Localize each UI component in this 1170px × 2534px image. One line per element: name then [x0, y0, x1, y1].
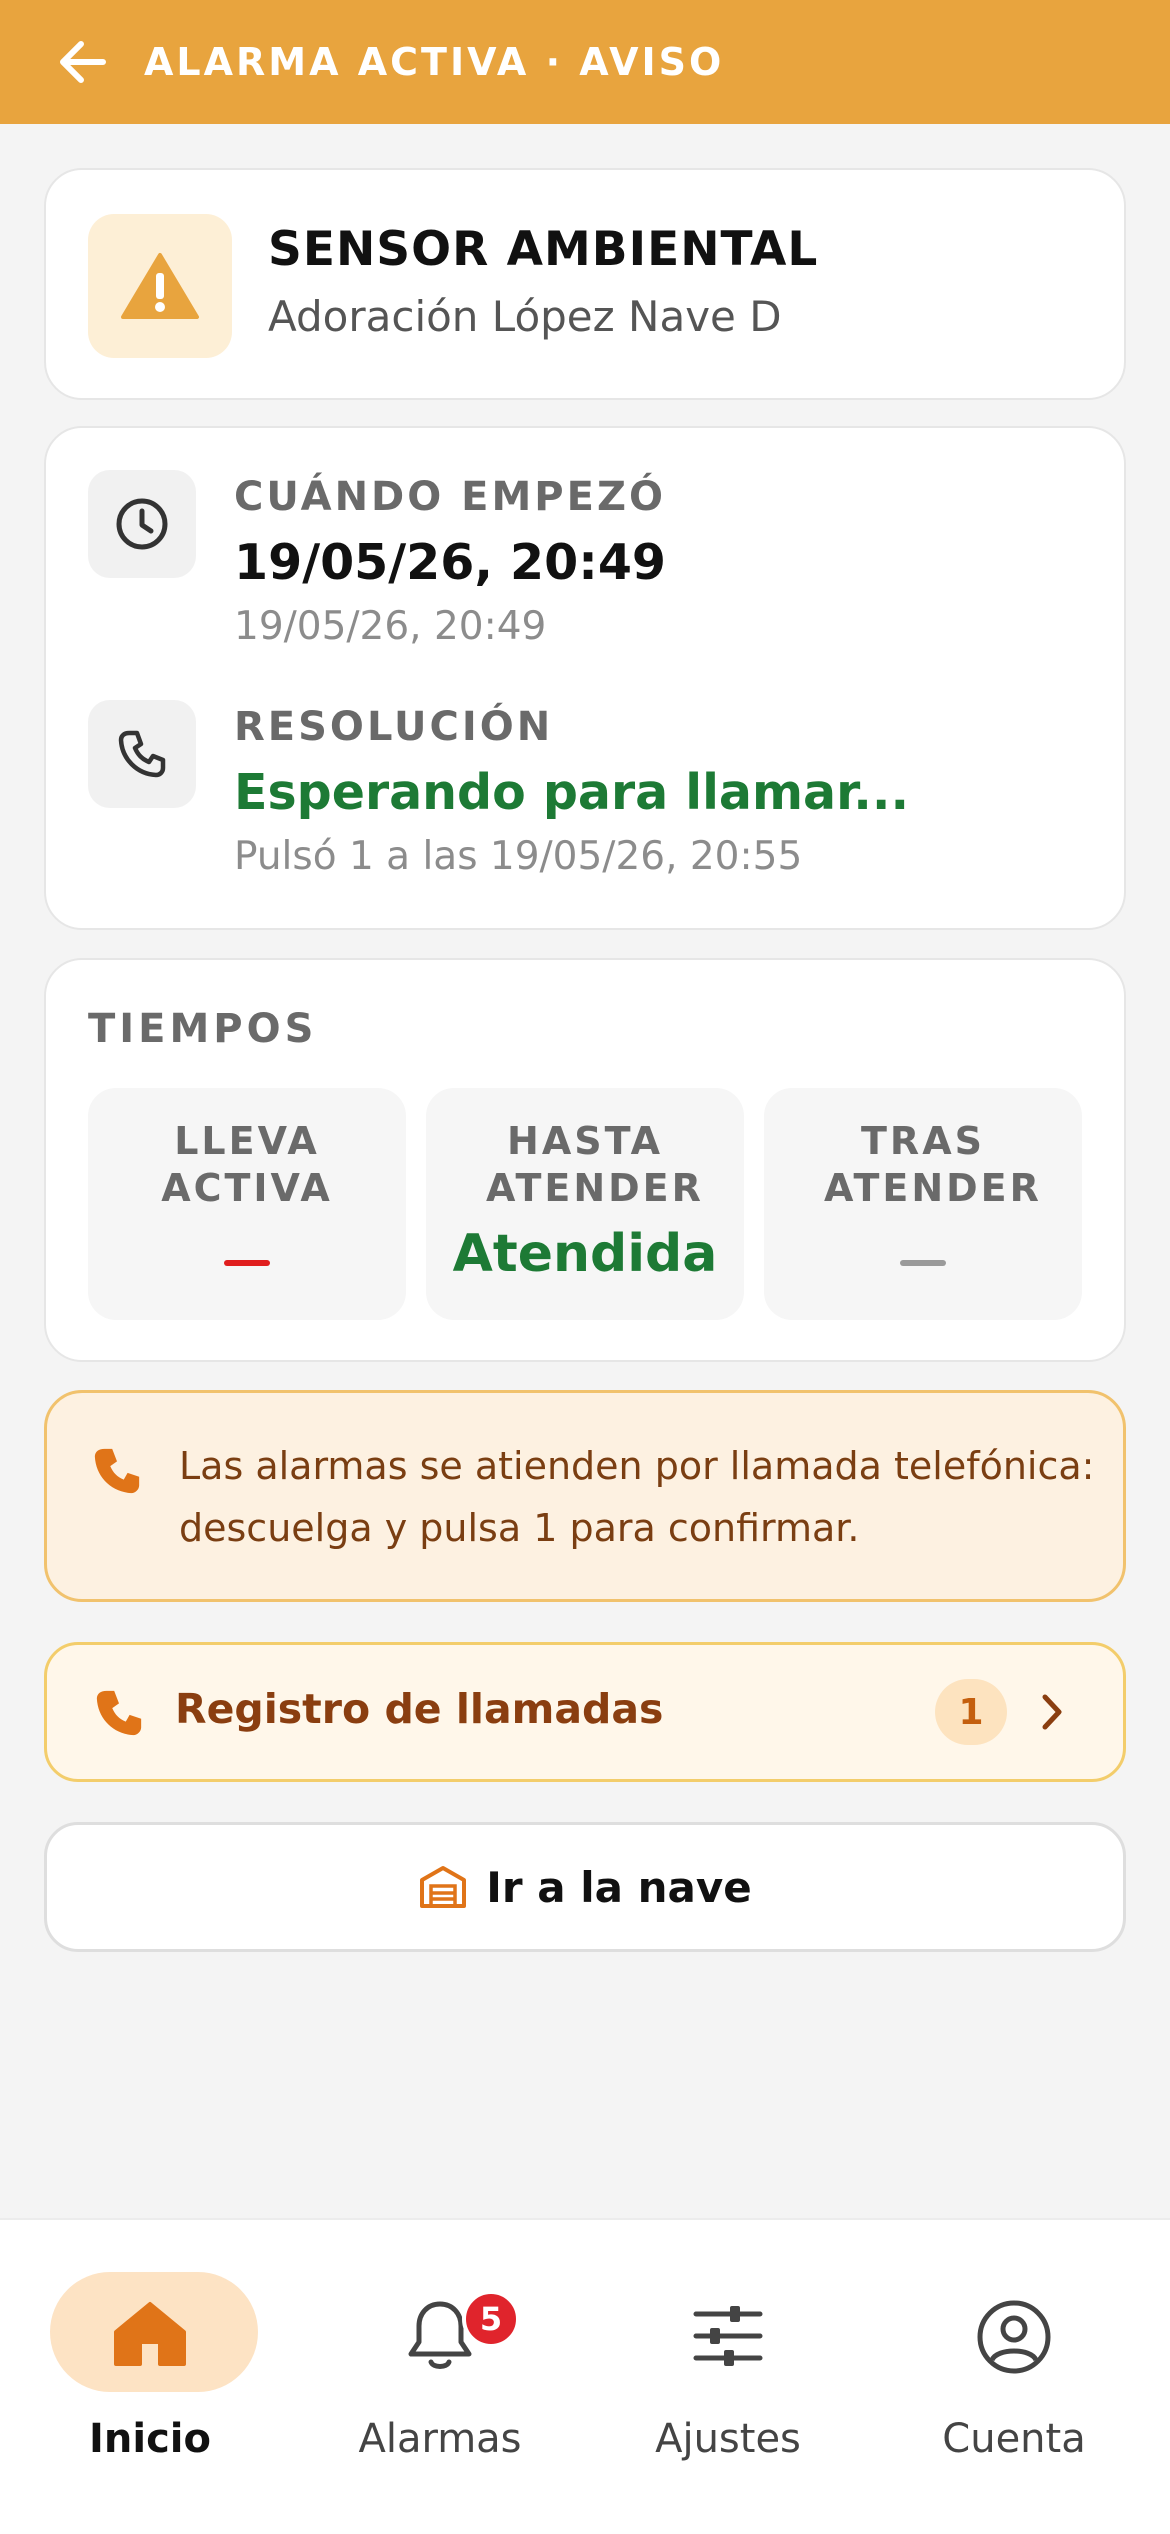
arrow-left-icon [60, 41, 106, 83]
clock-icon [116, 498, 168, 550]
sensor-card: SENSOR AMBIENTAL Adoración López Nave D [44, 168, 1126, 400]
go-label: Ir a la nave [486, 1862, 752, 1912]
account-icon-wrap [868, 2298, 1160, 2376]
phone-filled-icon [94, 1448, 140, 1494]
nav-item-ajustes[interactable]: Ajustes [582, 2220, 874, 2534]
started-sub: 19/05/26, 20:49 [234, 604, 547, 649]
nav-label: Cuenta [942, 2416, 1086, 2462]
page-title: ALARMA ACTIVA · AVISO [144, 40, 725, 84]
sensor-location: Adoración López Nave D [268, 292, 782, 341]
time-box-after-attend: TRAS ATENDER [764, 1088, 1082, 1320]
tiempos-card: TIEMPOS LLEVA ACTIVA HASTA ATENDER Atend… [44, 958, 1126, 1362]
call-count-badge: 1 [935, 1679, 1007, 1745]
bottom-navigation: Inicio 5 Alarmas Ajustes Cuenta [0, 2218, 1170, 2534]
time-box-value: Atendida [452, 1224, 718, 1284]
nav-item-inicio[interactable]: Inicio [0, 2220, 292, 2534]
home-icon-wrap [8, 2298, 292, 2370]
bell-icon-wrap [294, 2298, 586, 2374]
app-bar: ALARMA ACTIVA · AVISO [0, 0, 1170, 124]
warning-icon [121, 253, 199, 319]
sliders-icon-wrap [582, 2298, 874, 2374]
call-notice: Las alarmas se atienden por llamada tele… [44, 1390, 1126, 1602]
started-value: 19/05/26, 20:49 [234, 534, 667, 591]
nav-label: Ajustes [655, 2416, 801, 2462]
time-box-label: TRAS ATENDER [824, 1119, 1042, 1210]
alarm-info-card: CUÁNDO EMPEZÓ 19/05/26, 20:49 19/05/26, … [44, 426, 1126, 930]
phone-filled-icon [96, 1690, 142, 1736]
resolution-sub: Pulsó 1 a las 19/05/26, 20:55 [234, 834, 803, 879]
call-log-button[interactable]: Registro de llamadas 1 [44, 1642, 1126, 1782]
nav-label: Inicio [89, 2416, 211, 2462]
phone-icon [118, 730, 166, 778]
time-dash-red [224, 1260, 270, 1266]
resolution-value: Esperando para llamar... [234, 764, 910, 821]
call-log-label: Registro de llamadas [175, 1685, 664, 1733]
account-icon [977, 2300, 1051, 2374]
chevron-right-icon [1042, 1694, 1062, 1730]
nav-item-cuenta[interactable]: Cuenta [868, 2220, 1160, 2534]
nav-item-alarmas[interactable]: 5 Alarmas [294, 2220, 586, 2534]
home-icon [114, 2302, 186, 2366]
notification-badge: 5 [462, 2290, 520, 2348]
clock-icon-tile [88, 470, 196, 578]
tiempos-title: TIEMPOS [88, 1006, 318, 1052]
phone-icon-tile [88, 700, 196, 808]
time-box-label: LLEVA ACTIVA [161, 1119, 333, 1210]
started-label: CUÁNDO EMPEZÓ [234, 474, 666, 520]
nav-label: Alarmas [358, 2416, 522, 2462]
time-dash-gray [900, 1260, 946, 1266]
sliders-icon [693, 2306, 763, 2366]
warehouse-icon [420, 1866, 467, 1908]
sensor-title: SENSOR AMBIENTAL [268, 222, 819, 277]
notice-text: Las alarmas se atienden por llamada tele… [179, 1444, 1095, 1550]
time-box-until-attend: HASTA ATENDER Atendida [426, 1088, 744, 1320]
go-to-warehouse-button[interactable]: Ir a la nave [44, 1822, 1126, 1952]
time-box-label: HASTA ATENDER [486, 1119, 704, 1210]
time-box-active: LLEVA ACTIVA [88, 1088, 406, 1320]
resolution-label: RESOLUCIÓN [234, 704, 554, 750]
back-button[interactable] [50, 30, 114, 94]
warning-icon-tile [88, 214, 232, 358]
